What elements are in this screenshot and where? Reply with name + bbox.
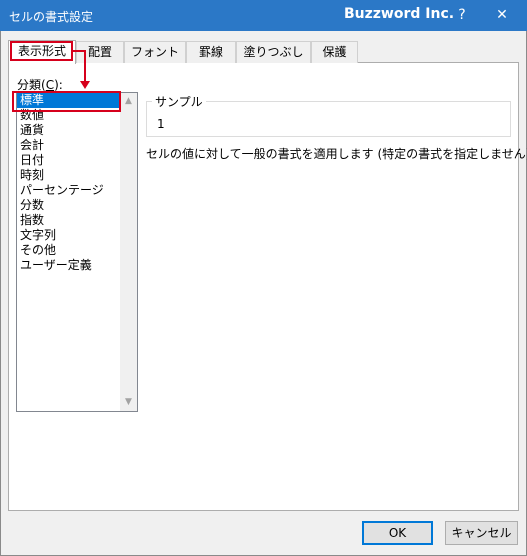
tab-font[interactable]: フォント	[124, 41, 186, 63]
tab-protection[interactable]: 保護	[311, 41, 358, 63]
list-item[interactable]: 日付	[17, 153, 121, 168]
annotation-box-tab	[10, 41, 73, 61]
scroll-down-icon[interactable]: ▼	[120, 394, 137, 411]
window-title: セルの書式設定	[9, 10, 94, 24]
annotation-arrow-head	[80, 81, 90, 89]
title-bar: セルの書式設定 Buzzword Inc. ? ✕	[0, 0, 527, 31]
cancel-button[interactable]: キャンセル	[445, 521, 518, 545]
list-item[interactable]: 分数	[17, 198, 121, 213]
list-item[interactable]: 指数	[17, 213, 121, 228]
tab-border[interactable]: 罫線	[186, 41, 236, 63]
annotation-box-list	[12, 91, 121, 112]
help-button[interactable]: ?	[448, 0, 476, 31]
category-listbox[interactable]: 標準 数値 通貨 会計 日付 時刻 パーセンテージ 分数 指数 文字列 その他 …	[16, 92, 138, 412]
format-description: セルの値に対して一般の書式を適用します (特定の書式を指定しません)。	[146, 147, 527, 161]
brand-text: Buzzword Inc.	[344, 6, 455, 22]
list-scrollbar[interactable]: ▲ ▼	[120, 93, 137, 411]
list-item[interactable]: 通貨	[17, 123, 121, 138]
category-list: 標準 数値 通貨 会計 日付 時刻 パーセンテージ 分数 指数 文字列 その他 …	[17, 93, 121, 273]
close-button[interactable]: ✕	[487, 0, 517, 31]
scroll-up-icon[interactable]: ▲	[120, 93, 137, 110]
list-item[interactable]: その他	[17, 243, 121, 258]
sample-legend: サンプル	[152, 93, 206, 110]
annotation-arrow-line	[84, 50, 86, 82]
list-item[interactable]: パーセンテージ	[17, 183, 121, 198]
ok-button[interactable]: OK	[362, 521, 433, 545]
list-item[interactable]: ユーザー定義	[17, 258, 121, 273]
list-item[interactable]: 会計	[17, 138, 121, 153]
list-item[interactable]: 時刻	[17, 168, 121, 183]
sample-value: 1	[157, 117, 165, 131]
tab-fill[interactable]: 塗りつぶし	[236, 41, 311, 63]
list-item[interactable]: 文字列	[17, 228, 121, 243]
